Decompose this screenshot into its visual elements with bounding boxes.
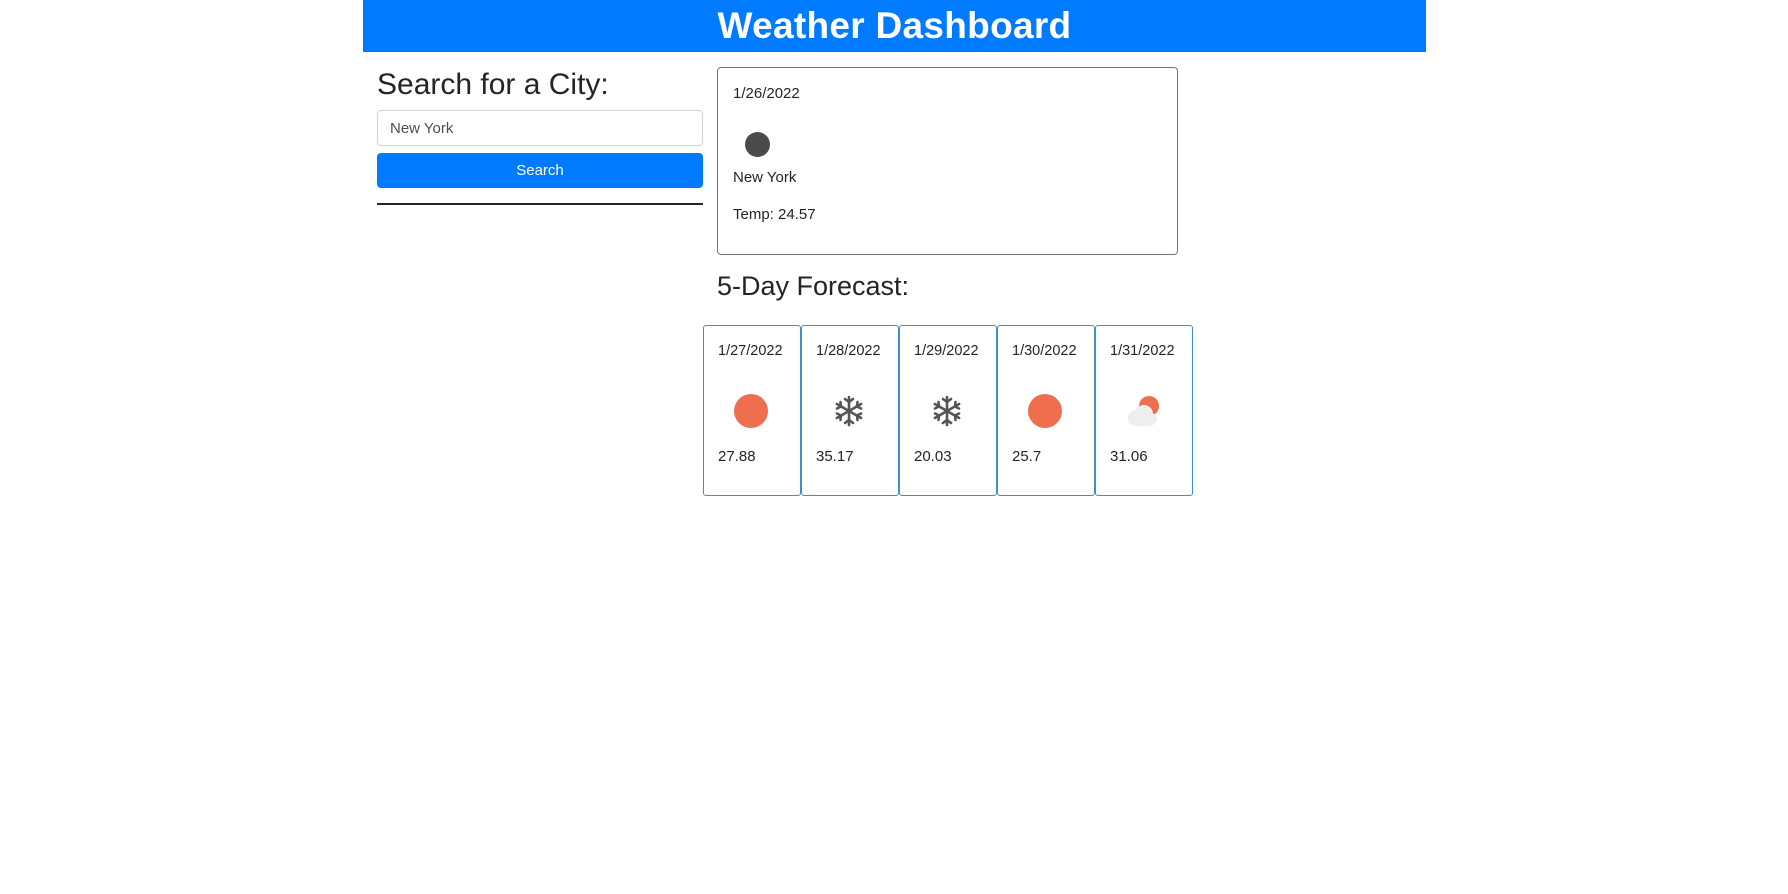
current-weather-card: 1/26/2022 New York Temp: 24.57	[717, 67, 1178, 255]
search-button[interactable]: Search	[377, 153, 703, 188]
page-title: Weather Dashboard	[717, 5, 1072, 46]
forecast-temp: 25.7	[1012, 448, 1042, 465]
current-temp: Temp: 24.57	[733, 206, 816, 223]
forecast-temp: 20.03	[914, 448, 952, 465]
forecast-date: 1/27/2022	[718, 343, 783, 359]
app-header: Weather Dashboard	[363, 0, 1426, 52]
city-search-input[interactable]	[377, 110, 703, 146]
current-city-name: New York	[733, 169, 797, 186]
forecast-heading: 5-Day Forecast:	[717, 271, 910, 301]
forecast-date: 1/29/2022	[914, 343, 979, 359]
forecast-date: 1/30/2022	[1012, 343, 1077, 359]
forecast-card: 1/29/2022 20.03	[899, 325, 997, 496]
current-date: 1/26/2022	[733, 85, 800, 102]
partly-cloudy-icon	[1128, 396, 1159, 426]
forecast-temp: 31.06	[1110, 448, 1148, 465]
forecast-row: 1/27/2022 27.88 1/28/2022 35.17 1/29/202…	[703, 325, 1193, 496]
search-history-divider	[377, 203, 703, 205]
forecast-date: 1/28/2022	[816, 343, 881, 359]
search-heading: Search for a City:	[377, 68, 609, 101]
forecast-temp: 35.17	[816, 448, 854, 465]
dark-circle-icon	[745, 132, 770, 157]
forecast-date: 1/31/2022	[1110, 343, 1175, 359]
snowflake-icon	[933, 395, 961, 427]
snowflake-icon	[835, 395, 863, 427]
forecast-card: 1/28/2022 35.17	[801, 325, 899, 496]
sun-icon	[734, 394, 768, 428]
sun-icon	[1028, 394, 1062, 428]
forecast-card: 1/31/2022 31.06	[1095, 325, 1193, 496]
forecast-card: 1/30/2022 25.7	[997, 325, 1095, 496]
forecast-temp: 27.88	[718, 448, 756, 465]
forecast-card: 1/27/2022 27.88	[703, 325, 801, 496]
